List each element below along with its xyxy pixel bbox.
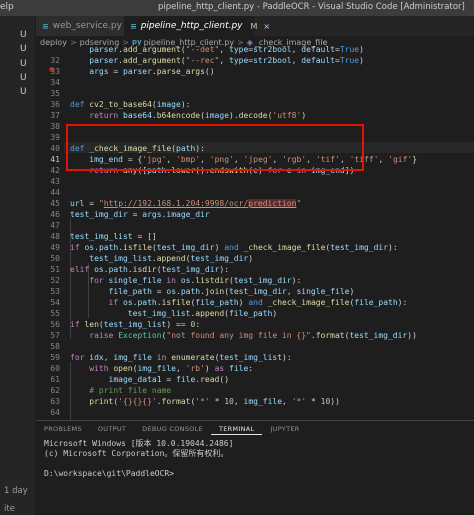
git-status-untracked: U <box>20 44 27 54</box>
line-number: 59 <box>50 353 60 362</box>
line-number: 40 <box>50 144 60 153</box>
code-line[interactable]: if os.path.isfile(test_img_dir) and _che… <box>70 242 398 253</box>
line-number: 60 <box>50 364 60 373</box>
line-number: 41 <box>50 155 60 164</box>
git-status-untracked: U <box>20 59 27 69</box>
line-number: 63 <box>50 397 60 406</box>
tab-web-service[interactable]: ≡ web_service.py <box>36 16 124 36</box>
python-file-icon: ≡ <box>42 21 49 31</box>
line-number: 47 <box>50 221 60 230</box>
timeline-text: ite <box>4 504 15 514</box>
line-number: 53 <box>50 287 60 296</box>
editor-tabs: ≡ web_service.py ≡ pipeline_http_client.… <box>36 16 474 36</box>
tab-label: web_service.py <box>52 21 122 31</box>
tab-problems[interactable]: PROBLEMS <box>36 421 90 435</box>
tab-jupyter[interactable]: JUPYTER <box>262 421 307 435</box>
code-line[interactable]: parser.add_argument("--det", type=str2bo… <box>70 44 364 55</box>
code-line[interactable]: file_path = os.path.join(test_img_dir, s… <box>70 286 355 297</box>
code-line[interactable]: with open(img_file, 'rb') as file: <box>70 363 253 374</box>
terminal-output[interactable]: Microsoft Windows [版本 10.0.19044.2486] (c… <box>44 439 233 479</box>
code-line[interactable]: # print file name <box>70 385 171 396</box>
code-line[interactable]: test_img_list.append(file_path) <box>70 308 277 319</box>
line-number: 54 <box>50 298 60 307</box>
timeline-timestamp: 1 day <box>4 486 28 496</box>
line-number: 48 <box>50 232 60 241</box>
line-number: 58 <box>50 342 60 351</box>
tab-debug-console[interactable]: DEBUG CONSOLE <box>134 421 211 435</box>
code-line[interactable]: test_img_dir = args.image_dir <box>70 209 210 220</box>
tab-terminal[interactable]: TERMINAL <box>211 421 263 435</box>
left-sidebar: U U U U U 1 day ite <box>0 16 36 515</box>
code-line[interactable]: parser.add_argument("--rec", type=str2bo… <box>70 55 364 66</box>
code-line[interactable]: elif os.path.isdir(test_img_dir): <box>70 264 229 275</box>
code-line[interactable]: test_img_list.append(test_img_dir) <box>70 253 253 264</box>
code-line[interactable]: return base64.b64encode(image).decode('u… <box>70 110 306 121</box>
line-number: 50 <box>50 254 60 263</box>
code-line[interactable]: image_data1 = file.read() <box>70 374 229 385</box>
line-number: 36 <box>50 100 60 109</box>
close-icon[interactable]: × <box>263 22 270 31</box>
python-file-icon: ≡ <box>130 21 137 31</box>
line-number: 35 <box>50 89 60 98</box>
tab-output[interactable]: OUTPUT <box>90 421 134 435</box>
line-number: 52 <box>50 276 60 285</box>
line-number: 55 <box>50 309 60 318</box>
line-number: 32 <box>50 56 60 65</box>
code-line[interactable]: for single_file in os.listdir(test_img_d… <box>70 275 301 286</box>
code-line[interactable]: raise Exception("not found any img file … <box>70 330 417 341</box>
line-number: 49 <box>50 243 60 252</box>
line-number: 57 <box>50 331 60 340</box>
line-number: 43 <box>50 177 60 186</box>
code-line[interactable]: if len(test_img_list) == 0: <box>70 319 200 330</box>
line-number: 38 <box>50 122 60 131</box>
line-number: 61 <box>50 375 60 384</box>
window-title: pipeline_http_client.py - PaddleOCR - Vi… <box>158 2 465 12</box>
terminal-line: ​ <box>44 459 233 469</box>
line-number: 39 <box>50 133 60 142</box>
line-number: 46 <box>50 210 60 219</box>
code-line[interactable]: def cv2_to_base64(image): <box>70 99 190 110</box>
line-number: 45 <box>50 199 60 208</box>
line-number: 62 <box>50 386 60 395</box>
line-number: 64 <box>50 408 60 417</box>
code-line[interactable]: print('{}{}{}'.format('*' * 10, img_file… <box>70 396 340 407</box>
tab-label: pipeline_http_client.py <box>140 21 243 31</box>
terminal-line: Microsoft Windows [版本 10.0.19044.2486] <box>44 439 234 448</box>
line-number: 33 <box>50 67 60 76</box>
line-number: ​ <box>36 44 60 55</box>
tab-pipeline-http-client[interactable]: ≡ pipeline_http_client.py M × <box>124 16 270 36</box>
menu-help-fragment[interactable]: elp <box>0 2 14 12</box>
line-number: 34 <box>50 78 60 87</box>
git-status-untracked: U <box>20 73 27 83</box>
code-line[interactable]: for idx, img_file in enumerate(test_img_… <box>70 352 292 363</box>
bottom-panel: PROBLEMS OUTPUT DEBUG CONSOLE TERMINAL J… <box>36 420 474 515</box>
title-bar: elp pipeline_http_client.py - PaddleOCR … <box>0 0 474 16</box>
git-status-untracked: U <box>20 30 27 40</box>
git-status-untracked: U <box>20 87 27 97</box>
code-line[interactable]: url = "http://192.168.1.204:9998/ocr/pre… <box>70 198 301 209</box>
modified-badge: M <box>250 21 258 31</box>
line-number: 37 <box>50 111 60 120</box>
line-number: 42 <box>50 166 60 175</box>
annotation-red-box <box>66 124 364 171</box>
terminal-prompt: D:\workspace\git\PaddleOCR> <box>44 469 175 478</box>
code-line[interactable]: test_img_list = [] <box>70 231 157 242</box>
code-line[interactable]: if os.path.isfile(file_path) and _check_… <box>70 297 408 308</box>
terminal-line: (c) Microsoft Corporation。保留所有权利。 <box>44 449 229 458</box>
line-number: 44 <box>50 188 60 197</box>
line-number: 56 <box>50 320 60 329</box>
line-number: 51 <box>50 265 60 274</box>
code-line[interactable]: args = parser.parse_args() <box>70 66 214 77</box>
code-editor[interactable]: ​ parser.add_argument("--det", type=str2… <box>36 45 474 450</box>
panel-tabs: PROBLEMS OUTPUT DEBUG CONSOLE TERMINAL J… <box>36 421 308 435</box>
